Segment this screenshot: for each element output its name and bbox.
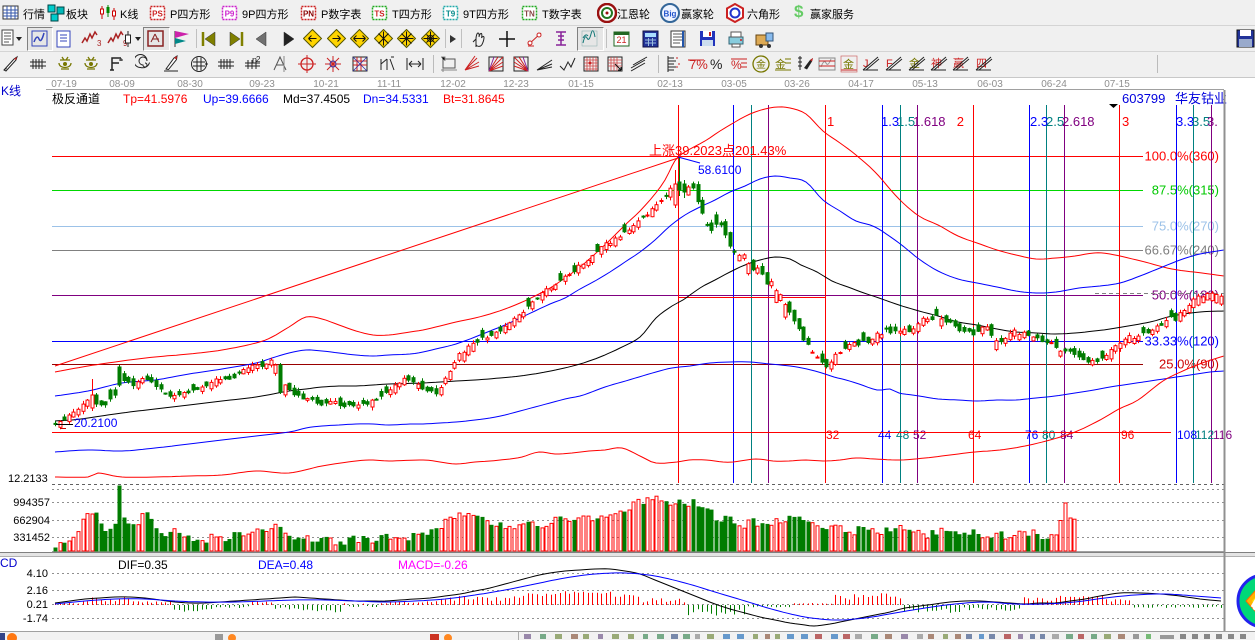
svg-text:20.2100: 20.2100 <box>74 416 118 430</box>
svg-text:F: F <box>886 58 893 70</box>
svg-text:PS: PS <box>152 10 163 19</box>
svg-text:Tp=41.5976: Tp=41.5976 <box>123 92 188 106</box>
svg-text:11-11: 11-11 <box>377 79 402 90</box>
svg-text:金: 金 <box>843 57 854 71</box>
svg-text:n: n <box>252 55 257 65</box>
svg-text:48: 48 <box>896 428 910 442</box>
svg-text:12-23: 12-23 <box>503 79 529 90</box>
svg-text:1: 1 <box>827 114 834 129</box>
svg-text:%: % <box>731 58 742 72</box>
svg-text:25.0%(90): 25.0%(90) <box>1159 357 1219 372</box>
svg-text:100.0%(360): 100.0%(360) <box>1145 149 1219 164</box>
svg-text:4.10: 4.10 <box>27 568 48 580</box>
svg-text:75.0%(270): 75.0%(270) <box>1152 219 1219 234</box>
svg-text:03-05: 03-05 <box>721 79 747 90</box>
svg-text:DEA=0.48: DEA=0.48 <box>258 558 313 572</box>
svg-text:金: 金 <box>756 58 766 71</box>
svg-text:76: 76 <box>1025 428 1039 442</box>
svg-text:07-15: 07-15 <box>1104 79 1130 90</box>
svg-text:0.21: 0.21 <box>27 599 48 611</box>
svg-text:%: % <box>710 56 722 72</box>
svg-text:08-30: 08-30 <box>177 79 203 90</box>
svg-text:K线: K线 <box>1 84 21 98</box>
svg-text:03-26: 03-26 <box>784 79 810 90</box>
svg-text:Big: Big <box>664 10 677 19</box>
svg-text:09-23: 09-23 <box>249 79 275 90</box>
svg-text:96: 96 <box>1121 428 1135 442</box>
svg-text:TS: TS <box>374 10 385 19</box>
svg-text:3: 3 <box>97 39 102 48</box>
svg-text:01-15: 01-15 <box>568 79 594 90</box>
svg-text:CD: CD <box>0 556 18 570</box>
svg-text:2: 2 <box>957 114 964 129</box>
svg-text:02-13: 02-13 <box>657 79 683 90</box>
svg-text:994357: 994357 <box>13 497 50 509</box>
svg-text:603799: 603799 <box>1122 91 1165 106</box>
svg-text:TN: TN <box>524 10 535 19</box>
svg-text:Md=37.4505: Md=37.4505 <box>283 92 350 106</box>
svg-text:上涨39.2023点201.43%: 上涨39.2023点201.43% <box>649 143 787 158</box>
svg-text:Bt=31.8645: Bt=31.8645 <box>443 92 505 106</box>
svg-text:2.16: 2.16 <box>27 585 48 597</box>
svg-text:金: 金 <box>775 57 786 71</box>
svg-text:331452: 331452 <box>13 532 50 544</box>
svg-text:52: 52 <box>913 428 927 442</box>
svg-text:2.618: 2.618 <box>1062 114 1095 129</box>
svg-text:7%: 7% <box>689 57 708 72</box>
svg-text:64: 64 <box>968 428 982 442</box>
svg-text:06-24: 06-24 <box>1041 79 1067 90</box>
svg-text:P9: P9 <box>225 10 235 19</box>
svg-text:116: 116 <box>1213 428 1232 442</box>
svg-text:32: 32 <box>826 428 840 442</box>
svg-text:66.67%(240): 66.67%(240) <box>1145 243 1219 258</box>
svg-text:33.33%(120): 33.33%(120) <box>1145 334 1219 349</box>
svg-text:662904: 662904 <box>13 515 50 527</box>
svg-text:3.: 3. <box>1207 114 1218 129</box>
svg-text:10-21: 10-21 <box>313 79 339 90</box>
svg-text:PN: PN <box>303 10 314 19</box>
svg-text:T9: T9 <box>446 10 456 19</box>
svg-text:12.2133: 12.2133 <box>8 473 48 485</box>
svg-text:05-13: 05-13 <box>912 79 938 90</box>
svg-text:12-02: 12-02 <box>440 79 466 90</box>
svg-text:华友钴业: 华友钴业 <box>1175 91 1227 106</box>
svg-text:06-03: 06-03 <box>977 79 1003 90</box>
svg-text:87.5%(315): 87.5%(315) <box>1152 183 1219 198</box>
svg-text:21: 21 <box>616 35 626 45</box>
svg-text:DIF=0.35: DIF=0.35 <box>118 558 168 572</box>
svg-text:58.6100: 58.6100 <box>698 163 742 177</box>
svg-text:44: 44 <box>878 428 892 442</box>
svg-text:极反通道: 极反通道 <box>52 92 100 106</box>
svg-text:08-09: 08-09 <box>109 79 135 90</box>
svg-text:04-17: 04-17 <box>848 79 874 90</box>
svg-text:Dn=34.5331: Dn=34.5331 <box>363 92 429 106</box>
svg-text:07-19: 07-19 <box>51 79 77 90</box>
svg-text:Up=39.6666: Up=39.6666 <box>203 92 269 106</box>
svg-text:MACD=-0.26: MACD=-0.26 <box>398 558 468 572</box>
svg-text:1.618: 1.618 <box>913 114 946 129</box>
svg-text:112: 112 <box>1195 428 1214 442</box>
svg-text:-1.74: -1.74 <box>23 613 48 625</box>
svg-text:3: 3 <box>1122 114 1129 129</box>
